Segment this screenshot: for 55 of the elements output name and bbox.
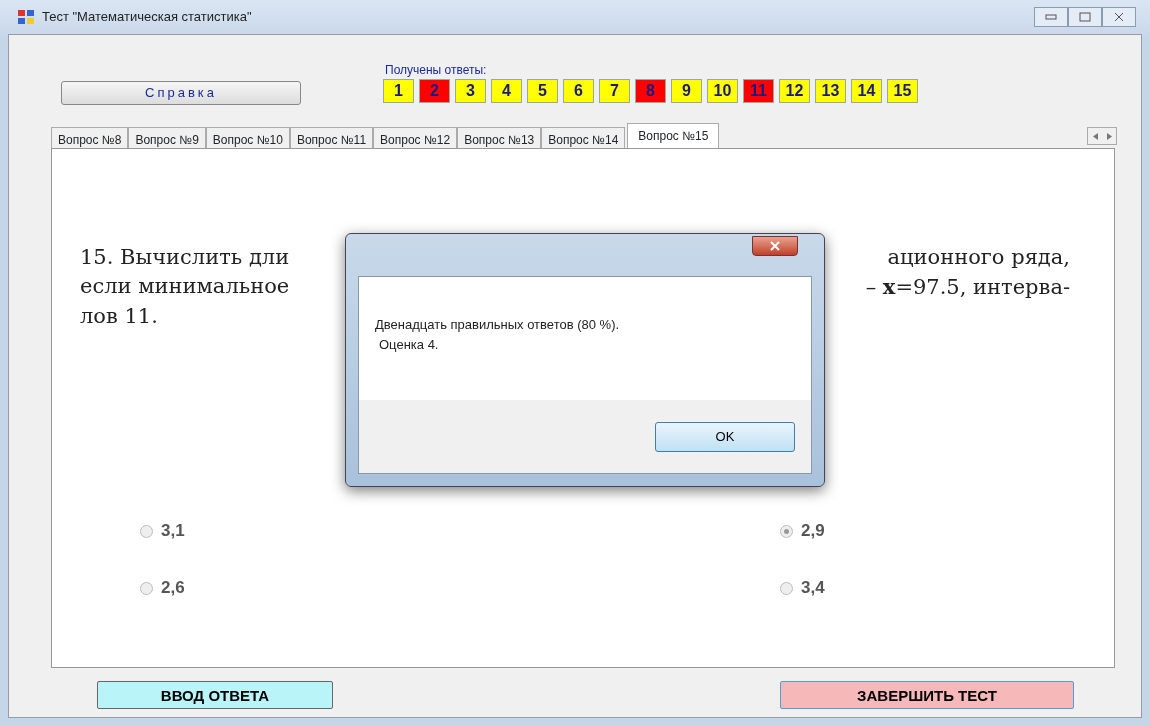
- answer-indicator: 12: [779, 79, 810, 103]
- close-button[interactable]: [752, 236, 798, 256]
- answer-indicator: 5: [527, 79, 558, 103]
- minimize-icon: [1045, 14, 1057, 20]
- enter-answer-button[interactable]: ВВОД ОТВЕТА: [97, 681, 333, 709]
- option-label: 2,6: [161, 578, 185, 598]
- window-title: Тест "Математическая статистика": [42, 8, 252, 27]
- close-icon: [769, 241, 781, 251]
- answer-indicator: 2: [419, 79, 450, 103]
- finish-test-button[interactable]: ЗАВЕРШИТЬ ТЕСТ: [780, 681, 1074, 709]
- answer-indicator: 9: [671, 79, 702, 103]
- question-tab[interactable]: Вопрос №12: [373, 127, 458, 149]
- answer-indicator: 15: [887, 79, 918, 103]
- answer-indicator: 7: [599, 79, 630, 103]
- question-tab[interactable]: Вопрос №11: [289, 127, 374, 149]
- question-text: – x=97.5, интерва-: [865, 273, 1070, 301]
- question-tab[interactable]: Вопрос №10: [205, 127, 290, 149]
- answer-indicator: 14: [851, 79, 882, 103]
- radio-button[interactable]: [140, 581, 153, 595]
- maximize-icon: [1079, 12, 1091, 22]
- radio-button[interactable]: [780, 524, 793, 538]
- close-icon: [1114, 12, 1124, 22]
- question-text: ационного ряда,: [887, 244, 1070, 271]
- question-tab[interactable]: Вопрос №9: [128, 127, 206, 149]
- minimize-button[interactable]: [1034, 7, 1068, 27]
- option-label: 3,4: [801, 578, 825, 598]
- question-text: если минимальное: [80, 273, 290, 300]
- radio-button[interactable]: [140, 524, 153, 538]
- question-tab[interactable]: Вопрос №13: [457, 127, 542, 149]
- question-text: 15. Вычислить дли: [80, 244, 290, 271]
- answer-indicator: 10: [707, 79, 738, 103]
- question-text: лов 11.: [80, 303, 158, 330]
- answer-indicator: 3: [455, 79, 486, 103]
- help-button[interactable]: Справка: [61, 81, 301, 105]
- question-tab[interactable]: Вопрос №15: [627, 123, 720, 149]
- tab-scroll-buttons[interactable]: [1087, 127, 1117, 145]
- close-button[interactable]: [1102, 7, 1136, 27]
- radio-button[interactable]: [780, 581, 793, 595]
- answers-label: Получены ответы:: [385, 62, 487, 79]
- ok-button[interactable]: OK: [655, 421, 795, 452]
- right-arrow-icon: [1106, 132, 1112, 140]
- question-tab[interactable]: Вопрос №14: [541, 127, 626, 149]
- option-label: 3,1: [161, 521, 185, 541]
- answer-indicator: 13: [815, 79, 846, 103]
- app-icon: [18, 10, 34, 24]
- message-text: Двенадцать правильных ответов (80 %).: [375, 316, 621, 334]
- answer-indicator: 8: [635, 79, 666, 103]
- grade-text: Оценка 4.: [378, 335, 440, 354]
- answer-indicator: 1: [383, 79, 414, 103]
- question-tab[interactable]: Вопрос №8: [51, 127, 129, 149]
- option-label: 2,9: [801, 521, 825, 541]
- left-arrow-icon: [1092, 132, 1098, 140]
- answer-indicator: 4: [491, 79, 522, 103]
- answer-indicator: 11: [743, 79, 774, 103]
- answer-indicator: 6: [563, 79, 594, 103]
